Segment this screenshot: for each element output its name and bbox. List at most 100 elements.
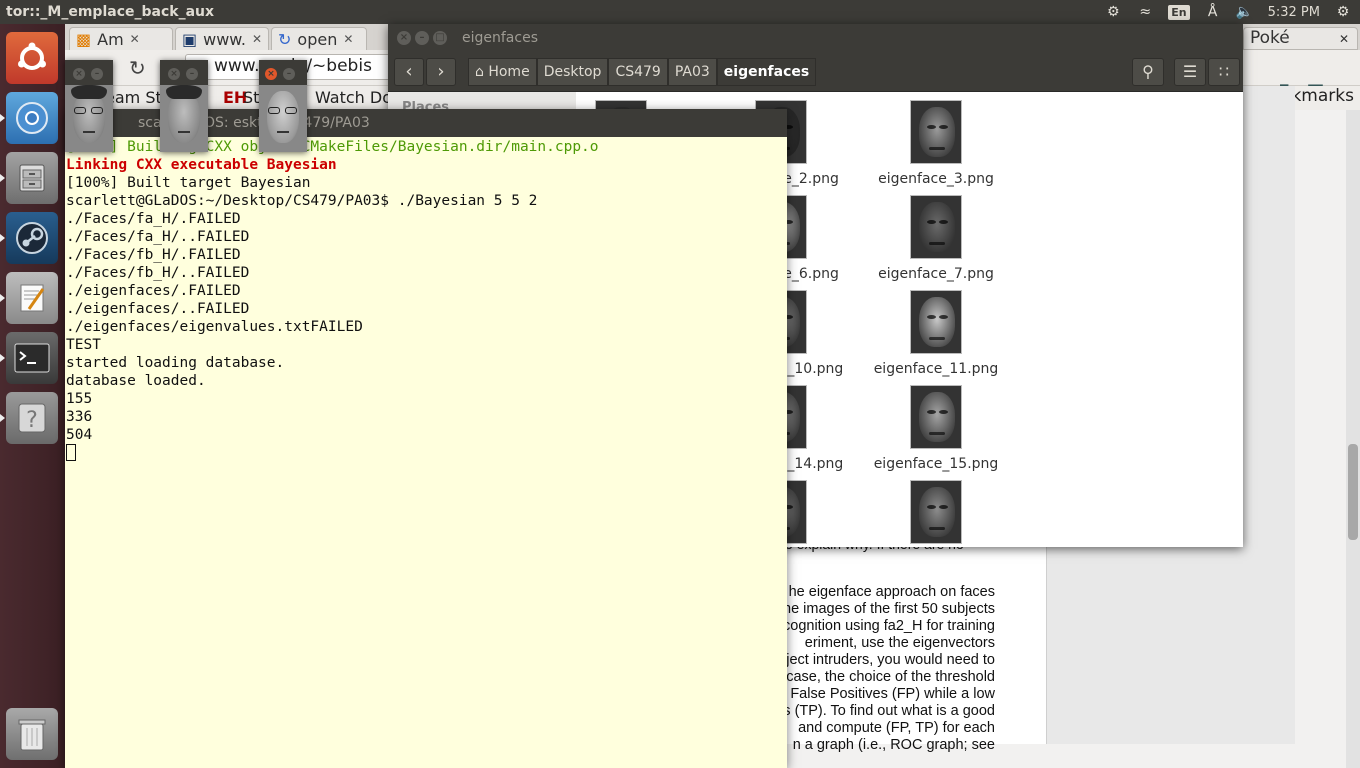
terminal-line: ./Faces/fa_H/..FAILED [66, 229, 250, 245]
terminal-line: Linking CXX executable Bayesian [66, 157, 337, 173]
breadcrumb: ⌂ Home Desktop CS479 PA03 eigenfaces [468, 58, 817, 86]
chromium-icon [16, 102, 48, 134]
minimize-icon[interactable]: – [415, 31, 429, 45]
file-item[interactable]: eigenface_15.png [861, 385, 1011, 472]
steam-launcher[interactable] [0, 212, 58, 264]
terminal-line: ./eigenfaces/eigenvalues.txtFAILED [66, 319, 363, 335]
terminal-line: [100%] Built target Bayesian [66, 175, 311, 191]
gear-icon[interactable]: ⚙ [1334, 3, 1352, 21]
unity-launcher: ? [0, 24, 65, 768]
trash-launcher[interactable] [6, 708, 58, 760]
file-item[interactable]: eigenface_11.png [861, 290, 1011, 377]
browser-tab[interactable]: ▣ www. ✕ [175, 27, 269, 50]
terminal-line: ./eigenfaces/..FAILED [66, 301, 250, 317]
keyboard-language-indicator[interactable]: En [1168, 4, 1190, 20]
close-icon[interactable]: ✕ [1339, 32, 1349, 46]
breadcrumb-pa03[interactable]: PA03 [667, 58, 717, 86]
reload-icon[interactable]: ↻ [129, 56, 146, 80]
file-name: eigenface_15.png [873, 456, 999, 472]
browser-tab[interactable]: ↻ open ✕ [271, 27, 367, 50]
site-favicon-icon: ↻ [278, 29, 292, 49]
close-icon[interactable]: × [397, 31, 411, 45]
clock[interactable]: 5:32 PM [1268, 5, 1320, 20]
bluetooth-icon[interactable]: Å [1204, 3, 1222, 21]
minimize-icon[interactable]: – [186, 68, 198, 80]
breadcrumb-home[interactable]: ⌂ Home [468, 58, 537, 86]
file-name: eigenface_7.png [878, 266, 994, 282]
bookmark-item[interactable]: St [243, 88, 259, 107]
top-panel: tor::_M_emplace_back_aux ⚙ ≈ En Å 🔈 5:32… [0, 0, 1360, 24]
file-item[interactable]: eigenface_7.png [861, 195, 1011, 282]
chromium-launcher[interactable] [0, 92, 58, 144]
terminal-line: 155 [66, 391, 93, 407]
close-icon[interactable]: × [168, 68, 180, 80]
file-item[interactable] [861, 480, 1011, 547]
file-manager-titlebar: × – □ eigenfaces [388, 24, 1243, 52]
close-icon[interactable]: × [73, 68, 85, 80]
tab-label: open [297, 29, 338, 49]
terminal-prompt-line [66, 444, 786, 462]
active-window-title: tor::_M_emplace_back_aux [6, 4, 215, 20]
face-image [65, 85, 113, 152]
grid-view-button[interactable]: ∷ [1208, 58, 1240, 86]
tab-label: Poké [1250, 28, 1290, 48]
minimize-icon[interactable]: – [91, 68, 103, 80]
bookmark-item[interactable]: eam St [105, 88, 162, 107]
home-icon: ⌂ [475, 64, 489, 80]
image-thumbnail [910, 290, 962, 354]
breadcrumb-eigenfaces[interactable]: eigenfaces [716, 58, 817, 86]
text-editor-icon [20, 284, 45, 312]
wifi-icon[interactable]: ≈ [1136, 3, 1154, 21]
terminal-line: TEST [66, 337, 101, 353]
close-icon[interactable]: ✕ [130, 32, 140, 46]
close-icon[interactable]: ✕ [343, 32, 353, 46]
help-launcher[interactable]: ? [0, 392, 58, 444]
text-editor-launcher[interactable] [0, 272, 58, 324]
image-preview-window[interactable]: × – [259, 60, 307, 152]
trash-icon [18, 719, 46, 751]
breadcrumb-cs479[interactable]: CS479 [608, 58, 668, 86]
grid-icon: ∷ [1218, 62, 1230, 81]
minimize-icon[interactable]: – [283, 68, 295, 80]
face-image [160, 85, 208, 152]
volume-icon[interactable]: 🔈 [1236, 3, 1254, 21]
audio-tab-icon: ▩ [76, 29, 92, 49]
desktop-screen: tor::_M_emplace_back_aux ⚙ ≈ En Å 🔈 5:32… [0, 0, 1360, 768]
steam-tray-icon[interactable]: ⚙ [1104, 3, 1122, 21]
file-manager-toolbar: ‹ › ⌂ Home Desktop CS479 PA03 eigenfaces… [388, 52, 1243, 92]
svg-text:?: ? [26, 408, 38, 433]
terminal-line: ./Faces/fa_H/.FAILED [66, 211, 241, 227]
ubuntu-logo-icon [18, 42, 46, 70]
text-cursor [66, 444, 76, 461]
scrollbar-thumb[interactable] [1348, 444, 1358, 540]
image-preview-window[interactable]: × – [160, 60, 208, 152]
terminal-icon [14, 343, 50, 373]
terminal-launcher[interactable] [0, 332, 58, 384]
close-icon[interactable]: × [265, 68, 277, 80]
image-thumbnail [910, 480, 962, 544]
site-favicon-icon: ▣ [182, 29, 198, 49]
terminal-line: started loading database. [66, 355, 285, 371]
maximize-icon[interactable]: □ [433, 31, 447, 45]
terminal-line: ./Faces/fb_H/.FAILED [66, 247, 241, 263]
close-icon[interactable]: ✕ [252, 32, 262, 46]
breadcrumb-desktop[interactable]: Desktop [536, 58, 609, 86]
image-thumbnail [910, 195, 962, 259]
search-button[interactable]: ⚲ [1132, 58, 1164, 86]
browser-tab[interactable]: Poké ✕ [1243, 27, 1358, 50]
bookmark-item[interactable]: Watch Do [315, 88, 392, 107]
ubuntu-dash-button[interactable] [6, 32, 58, 84]
files-launcher[interactable] [0, 152, 58, 204]
file-manager-title: eigenfaces [462, 30, 538, 46]
browser-tab[interactable]: ▩ Am ✕ [69, 27, 173, 50]
image-preview-window[interactable]: × – [65, 60, 113, 152]
list-view-button[interactable]: ☰ [1174, 58, 1206, 86]
file-item[interactable]: eigenface_3.png [861, 100, 1011, 187]
terminal-output[interactable]: [100%] Building CXX object CMakeFiles/Ba… [66, 137, 786, 767]
tab-label: www. [203, 29, 246, 49]
forward-button[interactable]: › [426, 58, 456, 86]
terminal-line: ./eigenfaces/.FAILED [66, 283, 241, 299]
help-icon: ? [18, 403, 46, 433]
page-scrollbar[interactable] [1346, 110, 1360, 768]
back-button[interactable]: ‹ [394, 58, 424, 86]
